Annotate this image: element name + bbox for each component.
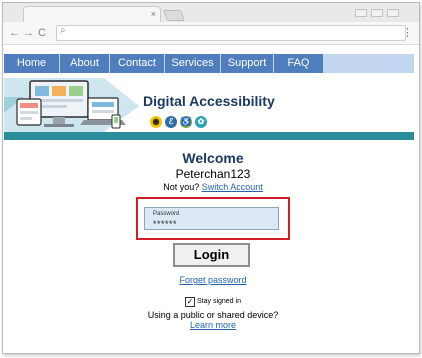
not-you-text: Not you? — [163, 182, 200, 192]
new-tab-button[interactable] — [162, 10, 186, 21]
reload-icon[interactable]: C — [38, 26, 46, 40]
back-arrow-icon[interactable]: ← — [9, 26, 20, 40]
search-icon: ⌕ — [60, 25, 66, 36]
nav-item-about[interactable]: About — [60, 54, 110, 73]
maximize-button[interactable] — [371, 9, 383, 17]
switch-account-link[interactable]: Switch Account — [202, 182, 263, 192]
ear-icon: ℰ — [165, 116, 177, 128]
welcome-heading: Welcome — [182, 150, 244, 166]
menu-kebab-icon[interactable]: ⋮ — [402, 26, 413, 40]
devices-illustration — [4, 78, 139, 132]
login-button[interactable]: Login — [173, 243, 250, 267]
stay-signed-in-checkbox[interactable]: ✓ — [185, 297, 195, 307]
close-tab-icon[interactable]: × — [151, 9, 156, 19]
field-highlight-box — [136, 197, 290, 240]
wheelchair-icon: ♿ — [180, 116, 192, 128]
stay-signed-in-label: Stay signed in — [197, 298, 241, 305]
forget-password-link[interactable]: Forget password — [179, 275, 246, 285]
forward-arrow-icon[interactable]: → — [23, 26, 34, 40]
site-nav-bar: Home About Contact Services Support FAQ — [4, 54, 414, 73]
site-title: Digital Accessibility — [143, 93, 275, 109]
nav-item-contact[interactable]: Contact — [110, 54, 165, 73]
username-display: Peterchan123 — [175, 167, 251, 181]
nav-item-faq[interactable]: FAQ — [274, 54, 324, 73]
address-bar[interactable]: ⌕ — [56, 25, 406, 41]
nav-item-services[interactable]: Services — [165, 54, 221, 73]
learn-more-row: Learn more — [3, 320, 422, 330]
banner-accent-bar — [4, 132, 414, 140]
learn-more-link[interactable]: Learn more — [190, 320, 236, 330]
brain-icon: ✿ — [195, 116, 207, 128]
nav-item-home[interactable]: Home — [4, 54, 60, 73]
close-window-button[interactable] — [387, 9, 399, 17]
nav-item-support[interactable]: Support — [221, 54, 274, 73]
minimize-button[interactable] — [355, 9, 367, 17]
not-you-line: Not you? Switch Account — [3, 182, 422, 192]
eye-icon: ◉ — [150, 116, 162, 128]
tab-strip: × — [3, 3, 419, 23]
browser-toolbar: ← → C ⌕ ⋮ — [3, 22, 419, 45]
public-device-text: Using a public or shared device? — [147, 310, 279, 320]
site-banner: Digital Accessibility ◉ ℰ ♿ ✿ — [4, 73, 414, 141]
browser-tab[interactable]: × — [23, 6, 161, 23]
browser-window: × ← → C ⌕ ⋮ Home About Contact Services … — [2, 2, 420, 354]
forget-password-row: Forget password — [3, 275, 422, 285]
